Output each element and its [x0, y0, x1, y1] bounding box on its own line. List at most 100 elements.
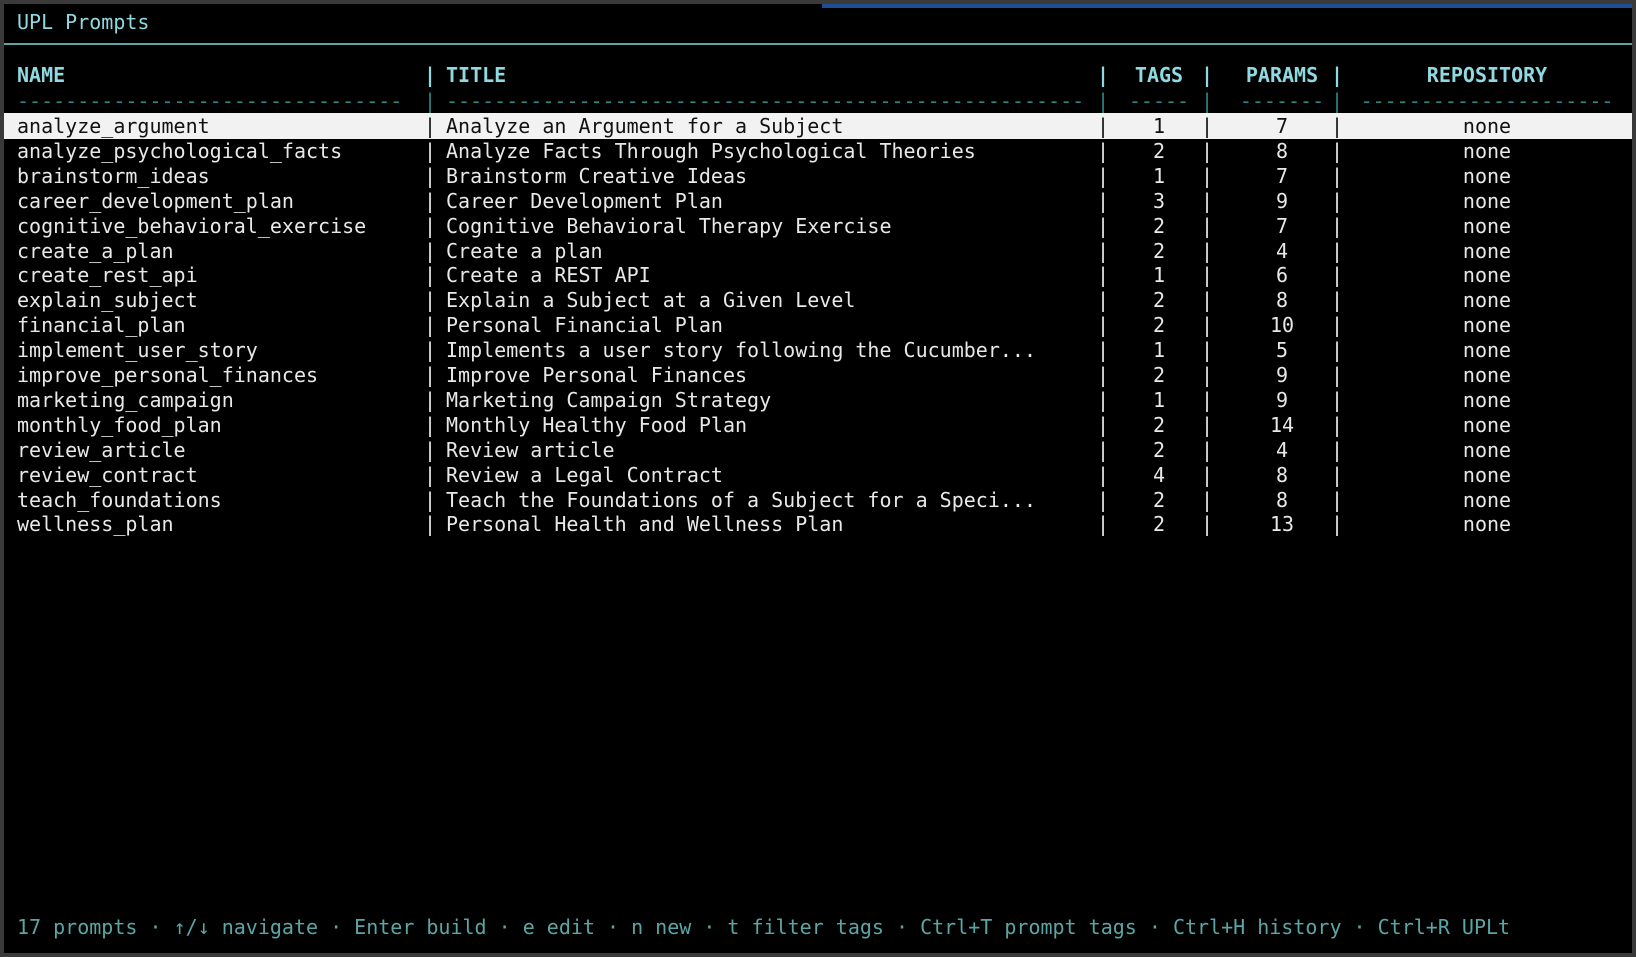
- top-progress-line: [822, 4, 1632, 8]
- table-row[interactable]: explain_subject | Explain a Subject at a G…: [4, 287, 1632, 313]
- column-separator: |: [1331, 288, 1344, 313]
- prompt-params-cell: 6: [1275, 263, 1289, 288]
- prompt-title-cell: Review a Legal Contract: [446, 462, 723, 487]
- prompt-repository-cell: none: [1462, 363, 1512, 387]
- prompt-title-cell: Improve Personal Finances: [446, 363, 748, 387]
- prompt-tags-cell: 2: [1152, 288, 1166, 313]
- column-separator: |: [424, 387, 437, 412]
- prompt-params-cell: 8: [1275, 462, 1289, 487]
- column-separator: |: [1201, 263, 1214, 288]
- table-row[interactable]: brainstorm_ideas | Brainstorm Creative Ide…: [4, 163, 1632, 189]
- column-separator: |: [1331, 163, 1344, 188]
- prompt-repository-cell: none: [1462, 213, 1512, 238]
- column-separator: |: [424, 63, 437, 87]
- column-separator: |: [1201, 487, 1214, 512]
- prompt-repository-cell: none: [1462, 338, 1512, 363]
- table-row[interactable]: create_rest_api | Create a REST API | 1 | 6 | no…: [4, 262, 1632, 288]
- column-separator: |: [1331, 114, 1344, 138]
- column-separator: |: [1097, 387, 1110, 412]
- column-separator: |: [1331, 387, 1344, 412]
- column-separator: |: [424, 163, 437, 188]
- column-separator: |: [424, 114, 437, 138]
- column-separator: |: [1201, 512, 1214, 537]
- table-row[interactable]: financial_plan | Personal Financial Plan | 2…: [4, 312, 1632, 338]
- column-separator: |: [1201, 288, 1214, 313]
- column-separator: |: [1201, 213, 1214, 238]
- column-separator: |: [1097, 288, 1110, 313]
- column-separator: |: [1097, 114, 1110, 138]
- prompt-params-cell: 7: [1275, 114, 1289, 138]
- prompt-params-cell: 8: [1275, 138, 1289, 163]
- table-row[interactable]: analyze_psychological_facts | Analyze Fact…: [4, 138, 1632, 164]
- prompt-name-cell: analyze_psychological_facts: [17, 138, 343, 163]
- column-header-title[interactable]: TITLE: [446, 62, 1086, 88]
- prompt-name-cell: implement_user_story: [17, 338, 258, 363]
- prompt-tags-cell: 1: [1152, 338, 1166, 363]
- dash-rule-params: -------: [1239, 89, 1325, 113]
- prompt-title-cell: Marketing Campaign Strategy: [446, 387, 772, 412]
- table-row[interactable]: analyze_argument | Analyze an Argument for…: [4, 113, 1632, 139]
- prompt-params-cell: 7: [1275, 163, 1289, 188]
- table-row[interactable]: implement_user_story | Implements a user s…: [4, 337, 1632, 363]
- column-separator: |: [1097, 313, 1110, 338]
- column-separator: |: [1201, 238, 1214, 263]
- prompt-title-cell: Review article: [446, 437, 615, 462]
- column-separator: |: [1201, 462, 1214, 487]
- column-separator: |: [424, 213, 437, 238]
- table-row[interactable]: monthly_food_plan | Monthly Healthy Food P…: [4, 412, 1632, 438]
- prompt-repository-cell: none: [1462, 437, 1512, 462]
- table-row[interactable]: teach_foundations | Teach the Foundations …: [4, 487, 1632, 513]
- column-header-tags[interactable]: TAGS: [1116, 62, 1202, 88]
- prompt-title-cell: Explain a Subject at a Given Level: [446, 288, 856, 313]
- table-row[interactable]: review_contract | Review a Legal Contract |…: [4, 462, 1632, 488]
- table-row[interactable]: improve_personal_finances | Improve Person…: [4, 362, 1632, 388]
- prompt-title-cell: Career Development Plan: [446, 188, 723, 213]
- table-row[interactable]: marketing_campaign | Marketing Campaign St…: [4, 387, 1632, 413]
- column-separator: |: [1097, 487, 1110, 512]
- prompt-name-cell: explain_subject: [17, 288, 198, 313]
- prompt-repository-cell: none: [1462, 462, 1512, 487]
- prompt-name-cell: marketing_campaign: [17, 387, 234, 412]
- prompt-name-cell: create_rest_api: [17, 263, 198, 288]
- column-header-repository[interactable]: REPOSITORY: [1352, 62, 1622, 88]
- column-separator: |: [1331, 188, 1344, 213]
- column-separator: |: [424, 138, 437, 163]
- column-separator: |: [1097, 462, 1110, 487]
- column-separator: |: [1201, 114, 1214, 138]
- column-separator: |: [1097, 138, 1110, 163]
- prompt-repository-cell: none: [1462, 288, 1512, 313]
- column-separator: |: [1201, 89, 1214, 113]
- column-separator: |: [1201, 437, 1214, 462]
- table-row[interactable]: career_development_plan | Career Developme…: [4, 188, 1632, 214]
- prompt-params-cell: 7: [1275, 213, 1289, 238]
- column-separator: |: [424, 512, 437, 537]
- column-separator: |: [1201, 313, 1214, 338]
- column-separator: |: [1331, 462, 1344, 487]
- column-separator: |: [1097, 263, 1110, 288]
- column-header-name[interactable]: NAME: [17, 62, 412, 88]
- column-separator: |: [1201, 188, 1214, 213]
- table-row[interactable]: create_a_plan | Create a plan | 2 | 4 | none: [4, 238, 1632, 264]
- prompt-tags-cell: 2: [1152, 512, 1166, 537]
- column-separator: |: [1201, 387, 1214, 412]
- prompt-name-cell: career_development_plan: [17, 188, 294, 213]
- column-separator: |: [424, 263, 437, 288]
- table-row[interactable]: cognitive_behavioral_exercise | Cognitive …: [4, 213, 1632, 239]
- dash-rule-repository: ---------------------: [1360, 89, 1614, 113]
- table-row[interactable]: review_article | Review article | 2 | 4 | none: [4, 437, 1632, 463]
- prompt-tags-cell: 1: [1152, 263, 1166, 288]
- prompt-title-cell: Cognitive Behavioral Therapy Exercise: [446, 213, 892, 238]
- prompt-repository-cell: none: [1462, 487, 1512, 512]
- column-header-params[interactable]: PARAMS: [1222, 62, 1342, 88]
- prompt-title-cell: Create a REST API: [446, 263, 651, 288]
- prompt-tags-cell: 2: [1152, 412, 1166, 437]
- column-separator: |: [1201, 363, 1214, 387]
- prompt-name-cell: financial_plan: [17, 313, 186, 338]
- prompt-params-cell: 14: [1269, 412, 1295, 437]
- prompt-name-cell: teach_foundations: [17, 487, 222, 512]
- prompt-title-cell: Create a plan: [446, 238, 603, 263]
- status-bar: 17 prompts · ↑/↓ navigate · Enter build …: [17, 915, 1511, 939]
- table-row[interactable]: wellness_plan | Personal Health and Wellne…: [4, 511, 1632, 537]
- prompt-name-cell: brainstorm_ideas: [17, 163, 210, 188]
- prompt-params-cell: 4: [1275, 238, 1289, 263]
